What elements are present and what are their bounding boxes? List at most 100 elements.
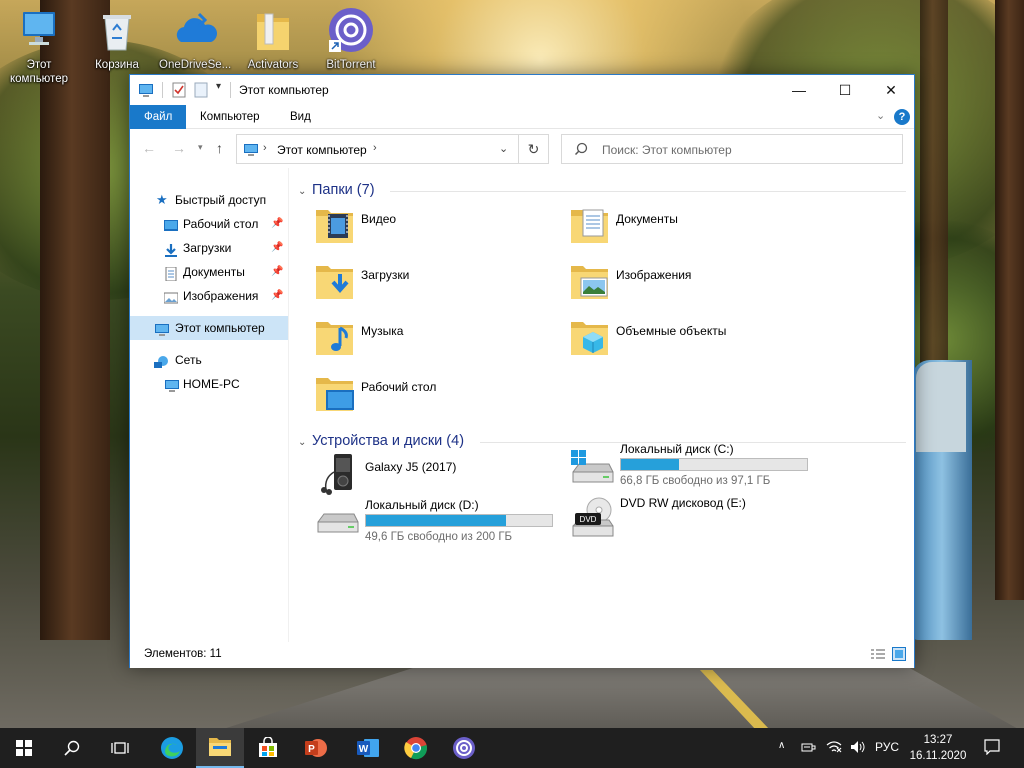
store-icon xyxy=(259,737,277,757)
nav-pinned-desktop[interactable]: Рабочий стол 📌 xyxy=(130,212,288,236)
details-view-icon[interactable] xyxy=(870,648,886,663)
refresh-button[interactable]: ↻ xyxy=(519,134,549,164)
folder-documents[interactable]: Документы xyxy=(569,204,809,254)
tab-view[interactable]: Вид xyxy=(276,105,325,129)
device-phone[interactable]: Galaxy J5 (2017) xyxy=(314,452,564,502)
pin-icon[interactable]: 📌 xyxy=(271,236,283,260)
taskbar-powerpoint[interactable]: P xyxy=(292,728,340,768)
desktop-icon-bittorrent[interactable]: BitTorrent xyxy=(315,6,387,72)
nav-label: Этот компьютер xyxy=(175,321,265,335)
taskbar-word[interactable]: W xyxy=(344,728,392,768)
file-explorer-icon xyxy=(209,738,231,756)
customize-quick-access-icon[interactable]: ▾ xyxy=(216,81,221,97)
folder-icon xyxy=(249,6,297,54)
folder-downloads[interactable]: Загрузки xyxy=(314,260,554,310)
taskbar-bittorrent[interactable] xyxy=(440,728,488,768)
device-dvd-e[interactable]: DVD DVD RW дисковод (E:) xyxy=(569,496,819,546)
svg-text:P: P xyxy=(308,744,315,755)
nav-quick-access[interactable]: ★ Быстрый доступ xyxy=(130,188,288,212)
clock[interactable]: 13:27 16.11.2020 xyxy=(906,732,970,764)
taskbar-chrome[interactable] xyxy=(392,728,440,768)
content-pane: ⌄ Папки (7) Видео Документы Загрузки Изо… xyxy=(290,168,914,642)
new-folder-icon[interactable] xyxy=(194,82,208,98)
device-disk-c[interactable]: Локальный диск (C:) 66,8 ГБ свободно из … xyxy=(569,442,819,492)
folder-music[interactable]: Музыка xyxy=(314,316,554,366)
search-button[interactable] xyxy=(48,728,96,768)
desktop-icon-onedrive[interactable]: OneDriveSe... xyxy=(159,6,231,72)
tab-file[interactable]: Файл xyxy=(130,105,187,129)
language-indicator[interactable]: РУС xyxy=(875,740,899,754)
start-button[interactable] xyxy=(0,728,48,768)
desktop-icon-label: Этот компьютер xyxy=(10,59,68,85)
nav-home-pc[interactable]: HOME-PC xyxy=(130,372,288,396)
pin-icon[interactable]: 📌 xyxy=(271,212,283,236)
action-center-button[interactable] xyxy=(984,739,1000,758)
search-box[interactable]: Поиск: Этот компьютер xyxy=(561,134,903,164)
refresh-icon: ↻ xyxy=(527,140,540,157)
network-status-icon[interactable] xyxy=(826,740,842,757)
pin-icon[interactable]: 📌 xyxy=(271,260,283,284)
folder-desktop[interactable]: Рабочий стол xyxy=(314,372,554,422)
folder-pictures[interactable]: Изображения xyxy=(569,260,809,310)
folder-3d-objects[interactable]: Объемные объекты xyxy=(569,316,809,366)
forward-arrow-icon[interactable]: → xyxy=(172,140,186,156)
taskbar-file-explorer[interactable] xyxy=(196,728,244,768)
search-icon xyxy=(574,142,588,159)
wallpaper-tree-trunk xyxy=(920,0,948,380)
maximize-button[interactable]: ☐ xyxy=(822,75,868,105)
nav-network[interactable]: Сеть xyxy=(130,348,288,372)
tab-computer[interactable]: Компьютер xyxy=(186,105,274,129)
taskbar-edge[interactable] xyxy=(148,728,196,768)
address-path[interactable]: Этот компьютер xyxy=(277,143,367,157)
usb-device-icon[interactable] xyxy=(800,740,816,757)
star-icon: ★ xyxy=(156,192,168,207)
clock-time: 13:27 xyxy=(923,734,953,746)
explorer-window: ▾ Этот компьютер — ☐ ✕ Файл Компьютер Ви… xyxy=(129,74,915,668)
folder-video[interactable]: Видео xyxy=(314,204,554,254)
properties-icon[interactable] xyxy=(172,82,186,98)
chrome-icon xyxy=(404,737,427,760)
large-icons-view-icon[interactable] xyxy=(892,647,906,664)
devices-group-header[interactable]: Устройства и диски (4) xyxy=(312,433,464,449)
breadcrumb-chevron-icon[interactable]: › xyxy=(373,142,377,154)
edge-icon xyxy=(161,737,183,759)
music-folder-icon xyxy=(314,316,356,358)
up-arrow-icon[interactable]: ↑ xyxy=(216,140,223,156)
collapse-group-icon[interactable]: ⌄ xyxy=(298,186,306,197)
desktop-icon-this-pc[interactable]: Этот компьютер xyxy=(3,6,75,86)
recycle-bin-icon xyxy=(93,6,141,54)
back-arrow-icon[interactable]: ← xyxy=(142,140,156,156)
nav-pinned-pictures[interactable]: Изображения 📌 xyxy=(130,284,288,308)
nav-pinned-documents[interactable]: Документы 📌 xyxy=(130,260,288,284)
desktop-icon-recycle-bin[interactable]: Корзина xyxy=(81,6,153,72)
desktop-icon-label: OneDriveSe... xyxy=(159,59,232,71)
folder-name: Изображения xyxy=(616,268,692,282)
title-bar[interactable]: ▾ Этот компьютер — ☐ ✕ xyxy=(130,75,914,105)
address-dropdown-icon[interactable]: ⌄ xyxy=(499,142,508,155)
help-button[interactable]: ? xyxy=(894,109,910,125)
expand-ribbon-icon[interactable]: ⌄ xyxy=(876,109,885,122)
pin-icon[interactable]: 📌 xyxy=(271,284,283,308)
collapse-group-icon[interactable]: ⌄ xyxy=(298,437,306,448)
desktop-icon-activators[interactable]: Activators xyxy=(237,6,309,72)
recent-locations-icon[interactable]: ▾ xyxy=(198,142,203,153)
bittorrent-icon xyxy=(453,737,475,759)
nav-this-pc[interactable]: Этот компьютер xyxy=(130,316,288,340)
folders-group-header[interactable]: Папки (7) xyxy=(312,182,375,198)
task-view-button[interactable] xyxy=(96,728,144,768)
phone-icon xyxy=(314,452,360,498)
wallpaper-tree-trunk xyxy=(995,0,1024,600)
downloads-icon xyxy=(164,241,178,257)
powerpoint-icon: P xyxy=(305,739,327,757)
close-button[interactable]: ✕ xyxy=(868,75,914,105)
taskbar-store[interactable] xyxy=(244,728,292,768)
dvd-badge: DVD xyxy=(580,515,597,524)
address-bar[interactable]: › Этот компьютер › ⌄ xyxy=(236,134,519,164)
device-disk-d[interactable]: Локальный диск (D:) 49,6 ГБ свободно из … xyxy=(314,498,564,548)
volume-icon[interactable] xyxy=(850,740,866,757)
pictures-folder-icon xyxy=(569,260,611,302)
device-name: Локальный диск (D:) xyxy=(365,498,479,512)
nav-pinned-downloads[interactable]: Загрузки 📌 xyxy=(130,236,288,260)
show-hidden-icons-icon[interactable]: ∧ xyxy=(778,740,785,751)
minimize-button[interactable]: — xyxy=(776,75,822,105)
